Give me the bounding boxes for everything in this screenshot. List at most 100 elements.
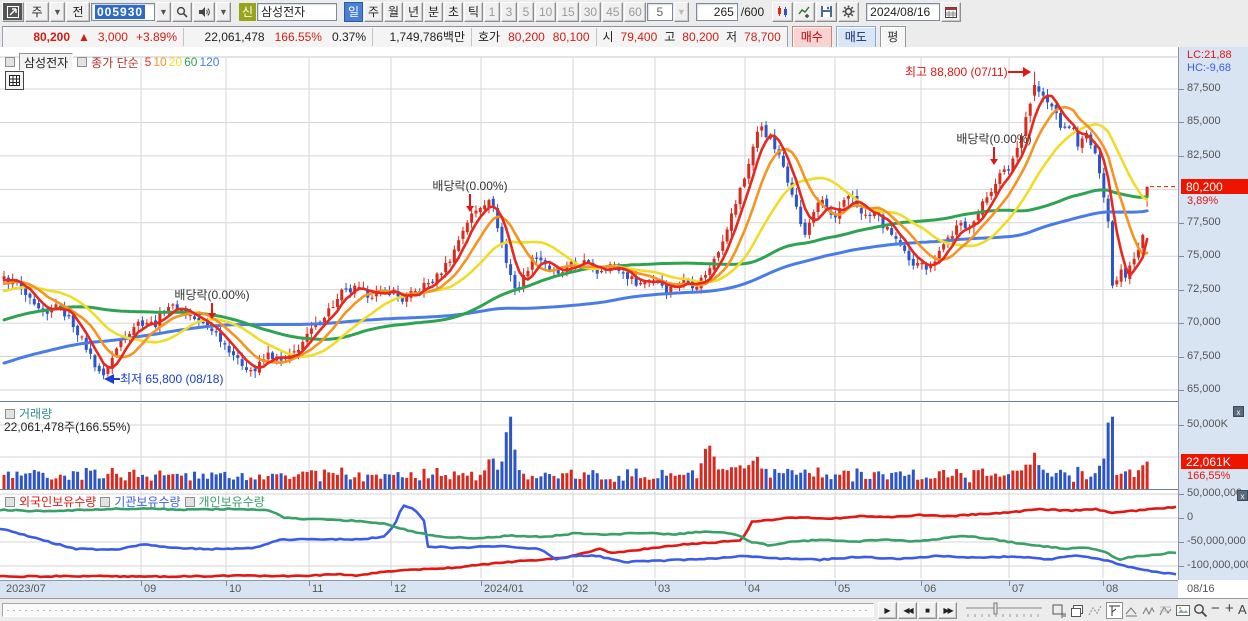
overlay-indicator-button[interactable] bbox=[794, 1, 816, 22]
time-axis-tick bbox=[655, 581, 656, 586]
tick-count-input[interactable]: 5 bbox=[646, 2, 673, 21]
cascade-windows-button[interactable] bbox=[1068, 602, 1085, 619]
fibonacci-tool-button[interactable] bbox=[1157, 602, 1174, 619]
period-tab-tick[interactable]: 틱 bbox=[464, 1, 483, 22]
ownership-toggle-icon[interactable] bbox=[5, 496, 15, 507]
add-window-button[interactable] bbox=[1050, 602, 1067, 619]
open-label: 시 bbox=[602, 30, 614, 44]
trendline-tool-button[interactable] bbox=[1123, 602, 1140, 619]
minute-button-10[interactable]: 10 bbox=[535, 1, 557, 22]
settings-button[interactable] bbox=[838, 1, 860, 22]
gear-icon bbox=[842, 5, 855, 18]
ownership-toggle-icon[interactable] bbox=[100, 496, 111, 507]
period-tab-day[interactable]: 일 bbox=[344, 1, 363, 22]
minute-button-5[interactable]: 5 bbox=[518, 1, 534, 22]
time-axis-label: 11 bbox=[312, 583, 324, 595]
low-price: 78,700 bbox=[744, 29, 781, 44]
prev-stock-button[interactable]: 전 bbox=[66, 1, 90, 22]
period-tab-month[interactable]: 월 bbox=[384, 1, 403, 22]
time-axis-label: 10 bbox=[229, 583, 242, 595]
indicator-toggle-icon[interactable] bbox=[77, 57, 88, 67]
volume-current-pct: 166,55% bbox=[1187, 470, 1231, 482]
zoom-in-button[interactable]: + bbox=[1225, 600, 1234, 617]
price-axis-tick bbox=[1179, 323, 1184, 324]
ownership-panel-close-button[interactable]: x bbox=[1237, 490, 1248, 501]
svg-text:배당락(0.00%): 배당락(0.00%) bbox=[432, 179, 507, 193]
save-button[interactable] bbox=[816, 1, 838, 22]
panel-toggle-icon[interactable] bbox=[5, 57, 15, 67]
zoom-button[interactable] bbox=[1192, 602, 1209, 619]
volume-panel-close-button[interactable]: x bbox=[1233, 406, 1244, 417]
crosshair-tool-button[interactable] bbox=[1106, 602, 1123, 619]
ownership-panel-legend: 외국인보유수량 기관보유수량 개인보유수량 bbox=[5, 493, 265, 510]
minute-button-1[interactable]: 1 bbox=[484, 1, 500, 22]
ownership-legend-0: 외국인보유수량 bbox=[19, 495, 97, 509]
fast-forward-button[interactable]: ▶▶ bbox=[938, 602, 957, 619]
ownership-toggle-icon[interactable] bbox=[184, 496, 195, 507]
minute-button-30[interactable]: 30 bbox=[579, 1, 602, 22]
wave-tool-button[interactable] bbox=[1140, 602, 1157, 619]
chart-menu-button[interactable] bbox=[2, 1, 24, 22]
compare-chart-button[interactable] bbox=[772, 1, 794, 22]
svg-text:배당락(0.00%): 배당락(0.00%) bbox=[956, 132, 1031, 146]
zoom-out-button[interactable]: − bbox=[1211, 600, 1220, 617]
svg-text:배당락(0.00%): 배당락(0.00%) bbox=[174, 288, 249, 302]
rewind-button[interactable]: ◀◀ bbox=[898, 602, 917, 619]
stock-chart-window: 주 ▼ 전 005930 ▼ ▼ 신 삼성전자 일주월년분초틱 1 3 5 10 15 3… bbox=[0, 0, 1248, 621]
price-axis-tick bbox=[1179, 390, 1184, 391]
time-axis-tick bbox=[391, 581, 392, 586]
bar-count-input[interactable]: 265 bbox=[695, 2, 738, 21]
time-axis-tick bbox=[573, 581, 574, 586]
stock-search-button[interactable] bbox=[172, 1, 192, 22]
price-axis-label: 87,500 bbox=[1187, 82, 1221, 94]
period-tab-second[interactable]: 초 bbox=[444, 1, 463, 22]
voice-button[interactable] bbox=[193, 1, 215, 22]
week-quick-button[interactable]: 주 bbox=[25, 1, 49, 22]
zigzag-pattern-button[interactable] bbox=[1086, 602, 1103, 619]
font-button[interactable]: A bbox=[1238, 602, 1247, 617]
code-dropdown-button[interactable]: ▼ bbox=[156, 1, 171, 22]
current-price-pct: 3,89% bbox=[1187, 195, 1219, 207]
high-label: 고 bbox=[664, 30, 676, 44]
time-axis-label: 06 bbox=[924, 583, 937, 595]
grid-icon bbox=[9, 75, 20, 86]
grid-tool-button[interactable] bbox=[5, 71, 24, 90]
speaker-icon bbox=[199, 6, 210, 17]
week-dropdown-button[interactable]: ▼ bbox=[50, 1, 65, 22]
stop-button[interactable]: ■ bbox=[918, 602, 937, 619]
chart-area[interactable]: 최고 88,800 (07/11) 최저 65,800 (08/18) 배당락(0.… bbox=[0, 47, 1178, 580]
ownership-axis-label: 0 bbox=[1187, 511, 1194, 523]
avg-button[interactable]: 평 bbox=[879, 25, 906, 48]
volume-toggle-icon[interactable] bbox=[5, 408, 15, 419]
minute-button-3[interactable]: 3 bbox=[501, 1, 517, 22]
price-change-pct: +3.89% bbox=[135, 29, 177, 44]
time-axis-tick bbox=[226, 581, 227, 586]
ownership-axis-label: -50,000,000 bbox=[1187, 535, 1246, 547]
minute-button-60[interactable]: 60 bbox=[624, 1, 646, 22]
period-tab-week[interactable]: 주 bbox=[364, 1, 383, 22]
volume-rate: 166.55% bbox=[274, 29, 322, 44]
play-button[interactable]: ▶ bbox=[878, 602, 897, 619]
speed-slider[interactable] bbox=[964, 602, 1044, 619]
calendar-button[interactable] bbox=[941, 1, 962, 22]
sell-button[interactable]: 매도 bbox=[835, 25, 876, 48]
stock-code-input[interactable]: 005930 bbox=[91, 2, 155, 21]
axis-end-date: 08/16 bbox=[1187, 583, 1215, 595]
stock-name-input[interactable]: 삼성전자 bbox=[257, 2, 337, 21]
date-input[interactable]: 2024/08/16 bbox=[866, 2, 941, 21]
legend-stock-name[interactable]: 삼성전자 bbox=[19, 53, 74, 71]
time-axis-label: 07 bbox=[1012, 583, 1025, 595]
period-tab-minute[interactable]: 분 bbox=[424, 1, 443, 22]
chart-scrollbar[interactable] bbox=[2, 603, 874, 617]
period-tab-year[interactable]: 년 bbox=[404, 1, 423, 22]
quote-label: 호가 bbox=[478, 30, 501, 44]
ma-legend-20: 20 bbox=[168, 55, 183, 69]
price-panel-legend: 삼성전자 종가 단순 5 10 20 60 120 bbox=[5, 53, 219, 71]
chart-image-button[interactable] bbox=[1174, 602, 1191, 619]
buy-button[interactable]: 매수 bbox=[791, 25, 832, 48]
minute-button-45[interactable]: 45 bbox=[602, 1, 624, 22]
ma-legend-10: 10 bbox=[153, 55, 167, 69]
voice-dropdown-button[interactable]: ▼ bbox=[216, 1, 231, 22]
current-price: 80,200 bbox=[33, 29, 71, 44]
minute-button-15[interactable]: 15 bbox=[557, 1, 579, 22]
